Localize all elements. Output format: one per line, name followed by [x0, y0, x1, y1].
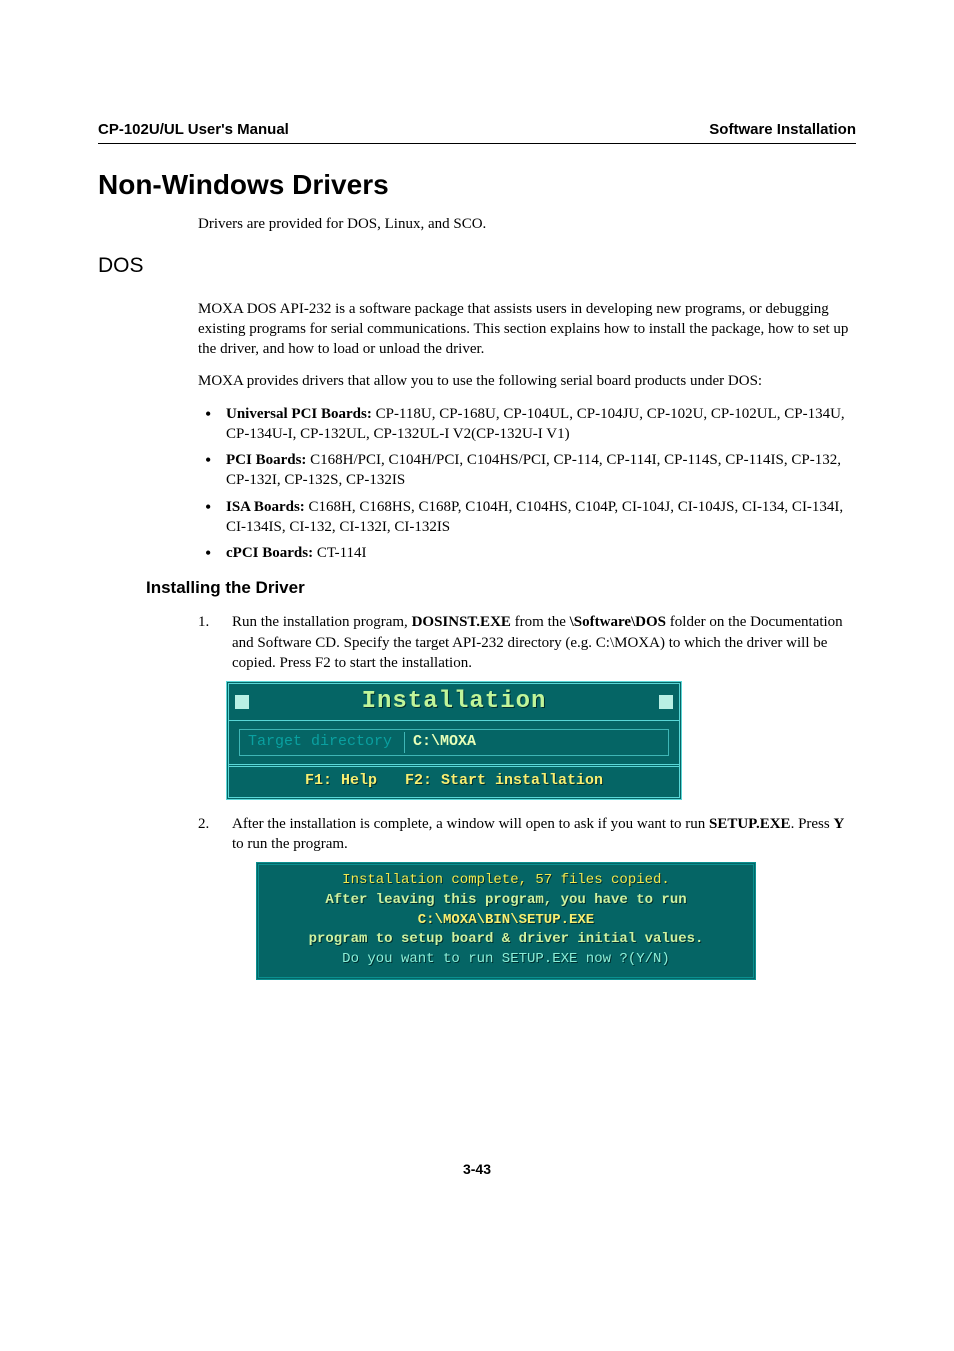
step-bold: \Software\DOS — [570, 614, 666, 630]
step-bold: SETUP.EXE — [709, 816, 791, 832]
msg-line: Do you want to run SETUP.EXE now ?(Y/N) — [265, 950, 747, 970]
field-label: Target directory — [248, 732, 392, 752]
page-header: CP-102U/UL User's Manual Software Instal… — [98, 120, 856, 144]
install-steps: 1. Run the installation program, DOSINST… — [198, 612, 856, 980]
step-text: from the — [511, 614, 570, 630]
dos-paragraph-2: MOXA provides drivers that allow you to … — [198, 371, 856, 391]
list-item-head: ISA Boards: — [226, 499, 305, 515]
dos-window-title: Installation — [362, 686, 547, 718]
dos-titlebar: Installation — [229, 684, 679, 721]
intro-paragraph: Drivers are provided for DOS, Linux, and… — [198, 214, 856, 234]
list-item-head: cPCI Boards: — [226, 545, 313, 561]
dos-heading: DOS — [98, 252, 856, 280]
dos-footer: F1: Help F2: Start installation — [229, 764, 679, 797]
step-number: 2. — [198, 814, 209, 834]
list-item: ISA Boards: C168H, C168HS, C168P, C104H,… — [198, 497, 856, 538]
list-item-rest: CT-114I — [313, 545, 366, 561]
target-directory-field: Target directory C:\MOXA — [239, 729, 669, 755]
msg-line: C:\MOXA\BIN\SETUP.EXE — [265, 911, 747, 931]
dos-message-window: Installation complete, 57 files copied. … — [256, 862, 756, 980]
page-number: 3-43 — [98, 1160, 856, 1179]
step-number: 1. — [198, 612, 209, 632]
install-driver-heading: Installing the Driver — [146, 577, 856, 600]
step-1: 1. Run the installation program, DOSINST… — [198, 612, 856, 800]
step-text: . Press — [791, 816, 834, 832]
step-text: After the installation is complete, a wi… — [232, 816, 709, 832]
dos-paragraph-1: MOXA DOS API-232 is a software package t… — [198, 299, 856, 360]
msg-line: program to setup board & driver initial … — [265, 930, 747, 950]
f2-start-label: F2: Start installation — [405, 771, 603, 791]
list-item: Universal PCI Boards: CP-118U, CP-168U, … — [198, 404, 856, 445]
f1-help-label: F1: Help — [305, 771, 377, 791]
step-bold: DOSINST.EXE — [412, 614, 511, 630]
step-text: Run the installation program, — [232, 614, 412, 630]
list-item-head: PCI Boards: — [226, 452, 306, 468]
section-title: Non-Windows Drivers — [98, 166, 856, 204]
header-right: Software Installation — [709, 120, 856, 140]
window-control-icon — [235, 695, 249, 709]
field-value: C:\MOXA — [404, 732, 660, 752]
step-text: to run the program. — [232, 836, 348, 852]
list-item-head: Universal PCI Boards: — [226, 406, 372, 422]
list-item: PCI Boards: C168H/PCI, C104H/PCI, C104HS… — [198, 450, 856, 491]
list-item-rest: C168H, C168HS, C168P, C104H, C104HS, C10… — [226, 499, 843, 535]
list-item: cPCI Boards: CT-114I — [198, 543, 856, 563]
list-item-rest: C168H/PCI, C104H/PCI, C104HS/PCI, CP-114… — [226, 452, 841, 488]
board-list: Universal PCI Boards: CP-118U, CP-168U, … — [198, 404, 856, 564]
dos-installer-window: Installation Target directory C:\MOXA F1… — [226, 681, 682, 800]
step-bold: Y — [833, 816, 844, 832]
step-2: 2. After the installation is complete, a… — [198, 814, 856, 980]
msg-line: After leaving this program, you have to … — [265, 891, 747, 911]
msg-line: Installation complete, 57 files copied. — [265, 871, 747, 891]
header-left: CP-102U/UL User's Manual — [98, 120, 289, 140]
window-control-icon — [659, 695, 673, 709]
